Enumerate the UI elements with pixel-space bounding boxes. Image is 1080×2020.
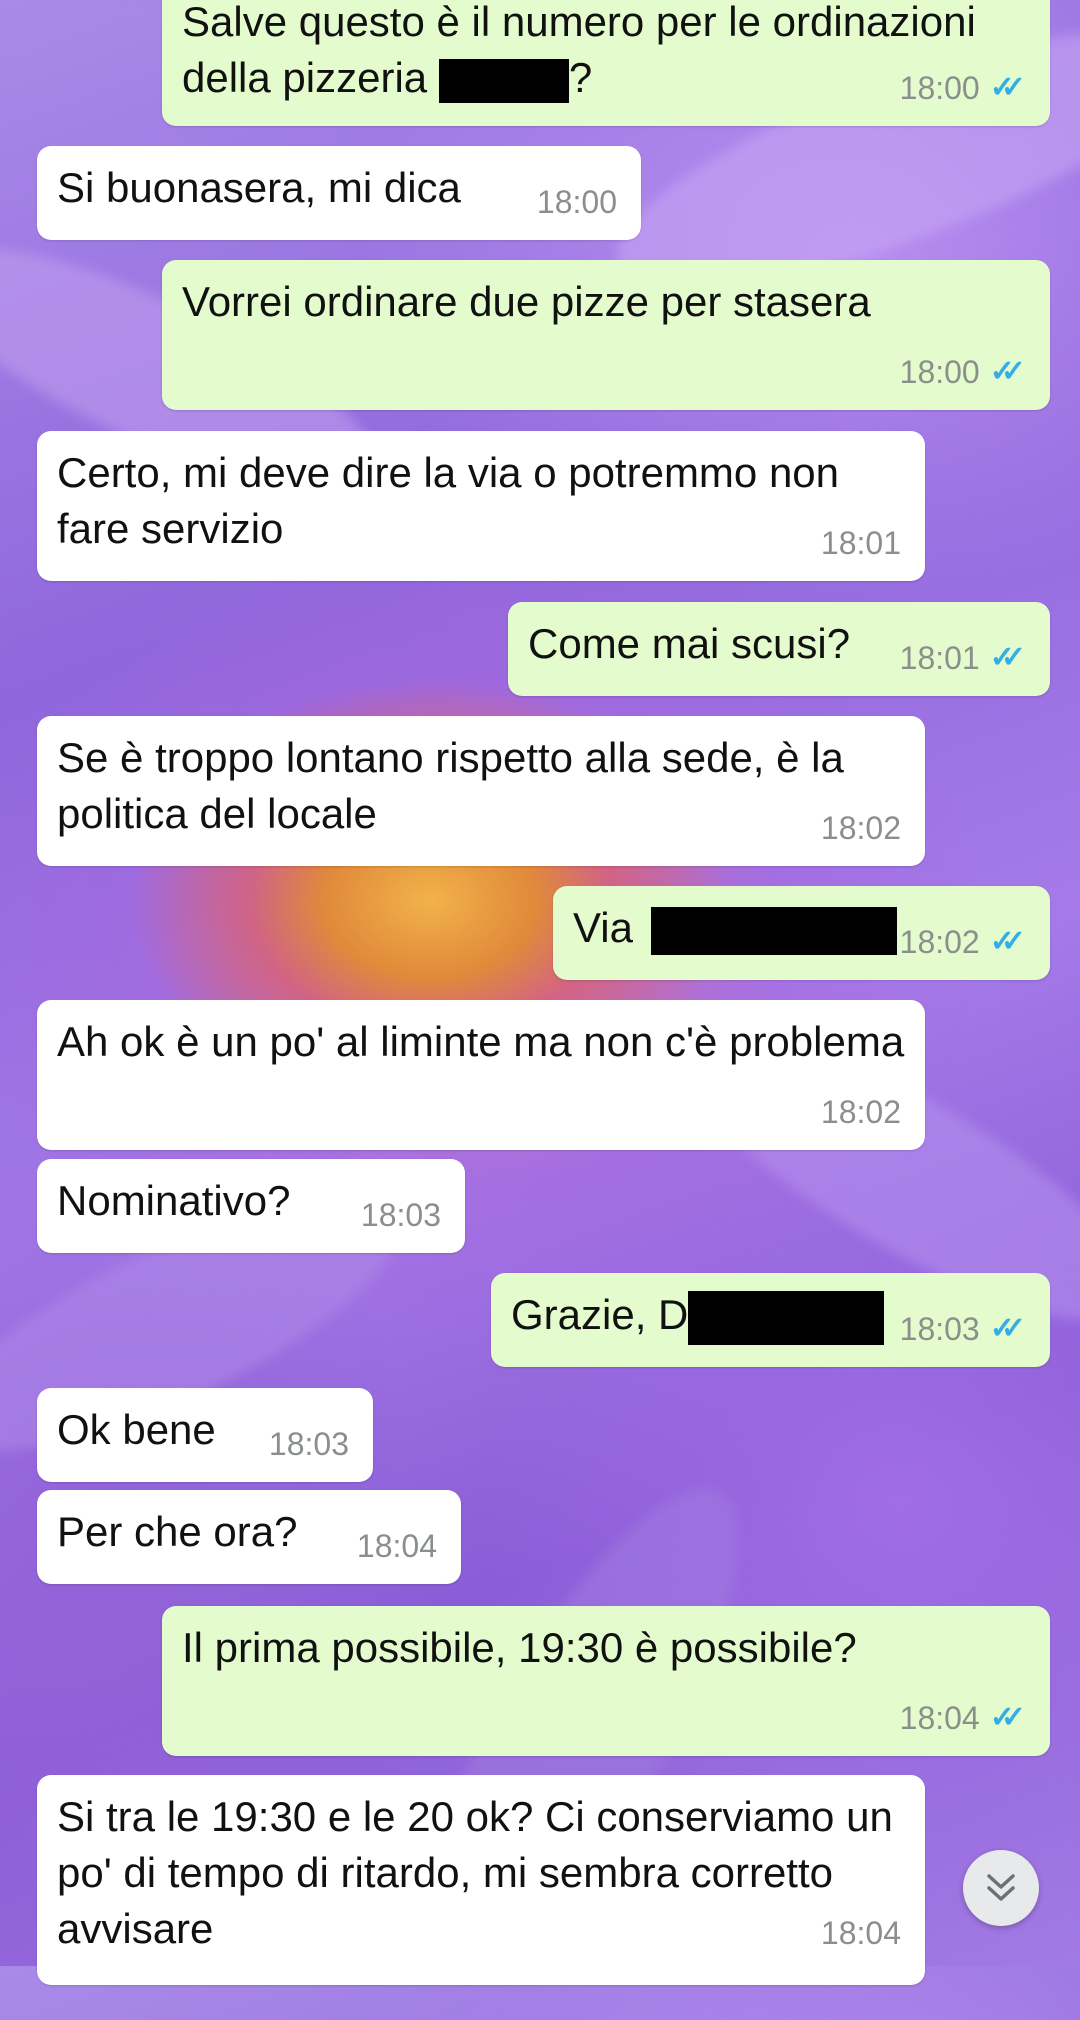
message-text: Nominativo? [57,1177,291,1224]
message-text: Ah ok è un po' al liminte ma non c'è pro… [57,1018,905,1065]
message-meta: 18:02 ✓✓ [900,914,1026,970]
scroll-to-bottom-button[interactable] [963,1850,1039,1926]
message-time: 18:03 [360,1197,441,1233]
message-text: Grazie, D [511,1291,689,1338]
message-outgoing[interactable]: Il prima possibile, 19:30 è possibile? 1… [162,1606,1050,1756]
message-text: Ok bene [57,1406,216,1453]
chevron-down-double-icon [987,1874,1015,1901]
message-incoming[interactable]: Certo, mi deve dire la via o potremmo no… [37,431,925,581]
message-meta: 18:00 [537,174,617,230]
message-time: 18:03 [899,1311,980,1347]
double-check-icon: ✓✓ [989,71,1026,104]
message-outgoing[interactable]: Come mai scusi? 18:01 ✓✓ [508,602,1050,696]
message-meta: 18:04 [357,1518,437,1574]
message-incoming[interactable]: Si buonasera, mi dica 18:00 [37,146,641,240]
message-meta: 18:01 [821,515,901,571]
redaction-box [650,906,897,955]
message-text: Via [573,904,633,951]
message-meta: 18:00 ✓✓ [900,60,1026,116]
message-time: 18:02 [820,1094,901,1130]
message-time: 18:01 [899,640,980,676]
message-time: 18:04 [820,1915,901,1951]
message-text: Vorrei ordinare due pizze per stasera [182,278,871,325]
message-meta: 18:02 [821,1084,901,1140]
message-time: 18:04 [899,1700,980,1736]
message-meta: 18:02 [821,800,901,856]
message-outgoing[interactable]: Salve questo è il numero per le ordinazi… [162,0,1050,126]
message-time: 18:00 [899,354,980,390]
message-time: 18:03 [268,1426,349,1462]
message-outgoing[interactable]: Grazie, D 18:03 ✓✓ [491,1273,1050,1367]
redaction-box [688,1290,885,1345]
message-text: Certo, mi deve dire la via o potremmo no… [57,449,840,552]
message-incoming[interactable]: Nominativo? 18:03 [37,1159,465,1253]
message-incoming[interactable]: Se è troppo lontano rispetto alla sede, … [37,716,925,866]
message-text-end: ? [568,54,593,101]
message-text: Se è troppo lontano rispetto alla sede, … [57,734,844,837]
message-time: 18:00 [899,70,980,106]
message-incoming[interactable]: Ok bene 18:03 [37,1388,373,1482]
double-check-icon: ✓✓ [989,925,1026,958]
double-check-icon: ✓✓ [989,1701,1026,1734]
message-meta: 18:03 [269,1416,349,1472]
message-meta: 18:03 ✓✓ [900,1301,1026,1357]
message-incoming[interactable]: Per che ora? 18:04 [37,1490,461,1584]
message-text: Si tra le 19:30 e le 20 ok? Ci conservia… [57,1793,893,1952]
message-meta: 18:01 ✓✓ [900,630,1026,686]
message-text: Il prima possibile, 19:30 è possibile? [182,1624,857,1671]
message-meta: 18:00 ✓✓ [900,344,1026,400]
message-meta: 18:04 ✓✓ [900,1690,1026,1746]
message-time: 18:02 [820,810,901,846]
message-text: Come mai scusi? [528,620,851,667]
double-check-icon: ✓✓ [989,1312,1026,1345]
message-outgoing[interactable]: Vorrei ordinare due pizze per stasera 18… [162,260,1050,410]
message-outgoing[interactable]: Via 18:02 ✓✓ [553,886,1050,980]
message-text: Si buonasera, mi dica [57,164,461,211]
message-time: 18:02 [899,924,980,960]
message-time: 18:01 [820,525,901,561]
message-incoming[interactable]: Si tra le 19:30 e le 20 ok? Ci conservia… [37,1775,925,1985]
message-time: 18:00 [536,184,617,220]
double-check-icon: ✓✓ [989,641,1026,674]
message-incoming[interactable]: Ah ok è un po' al liminte ma non c'è pro… [37,1000,925,1150]
message-meta: 18:04 [821,1905,901,1961]
message-meta: 18:03 [361,1187,441,1243]
redaction-box [438,58,569,103]
message-text: Per che ora? [57,1508,298,1555]
double-check-icon: ✓✓ [989,355,1026,388]
message-time: 18:04 [356,1528,437,1564]
